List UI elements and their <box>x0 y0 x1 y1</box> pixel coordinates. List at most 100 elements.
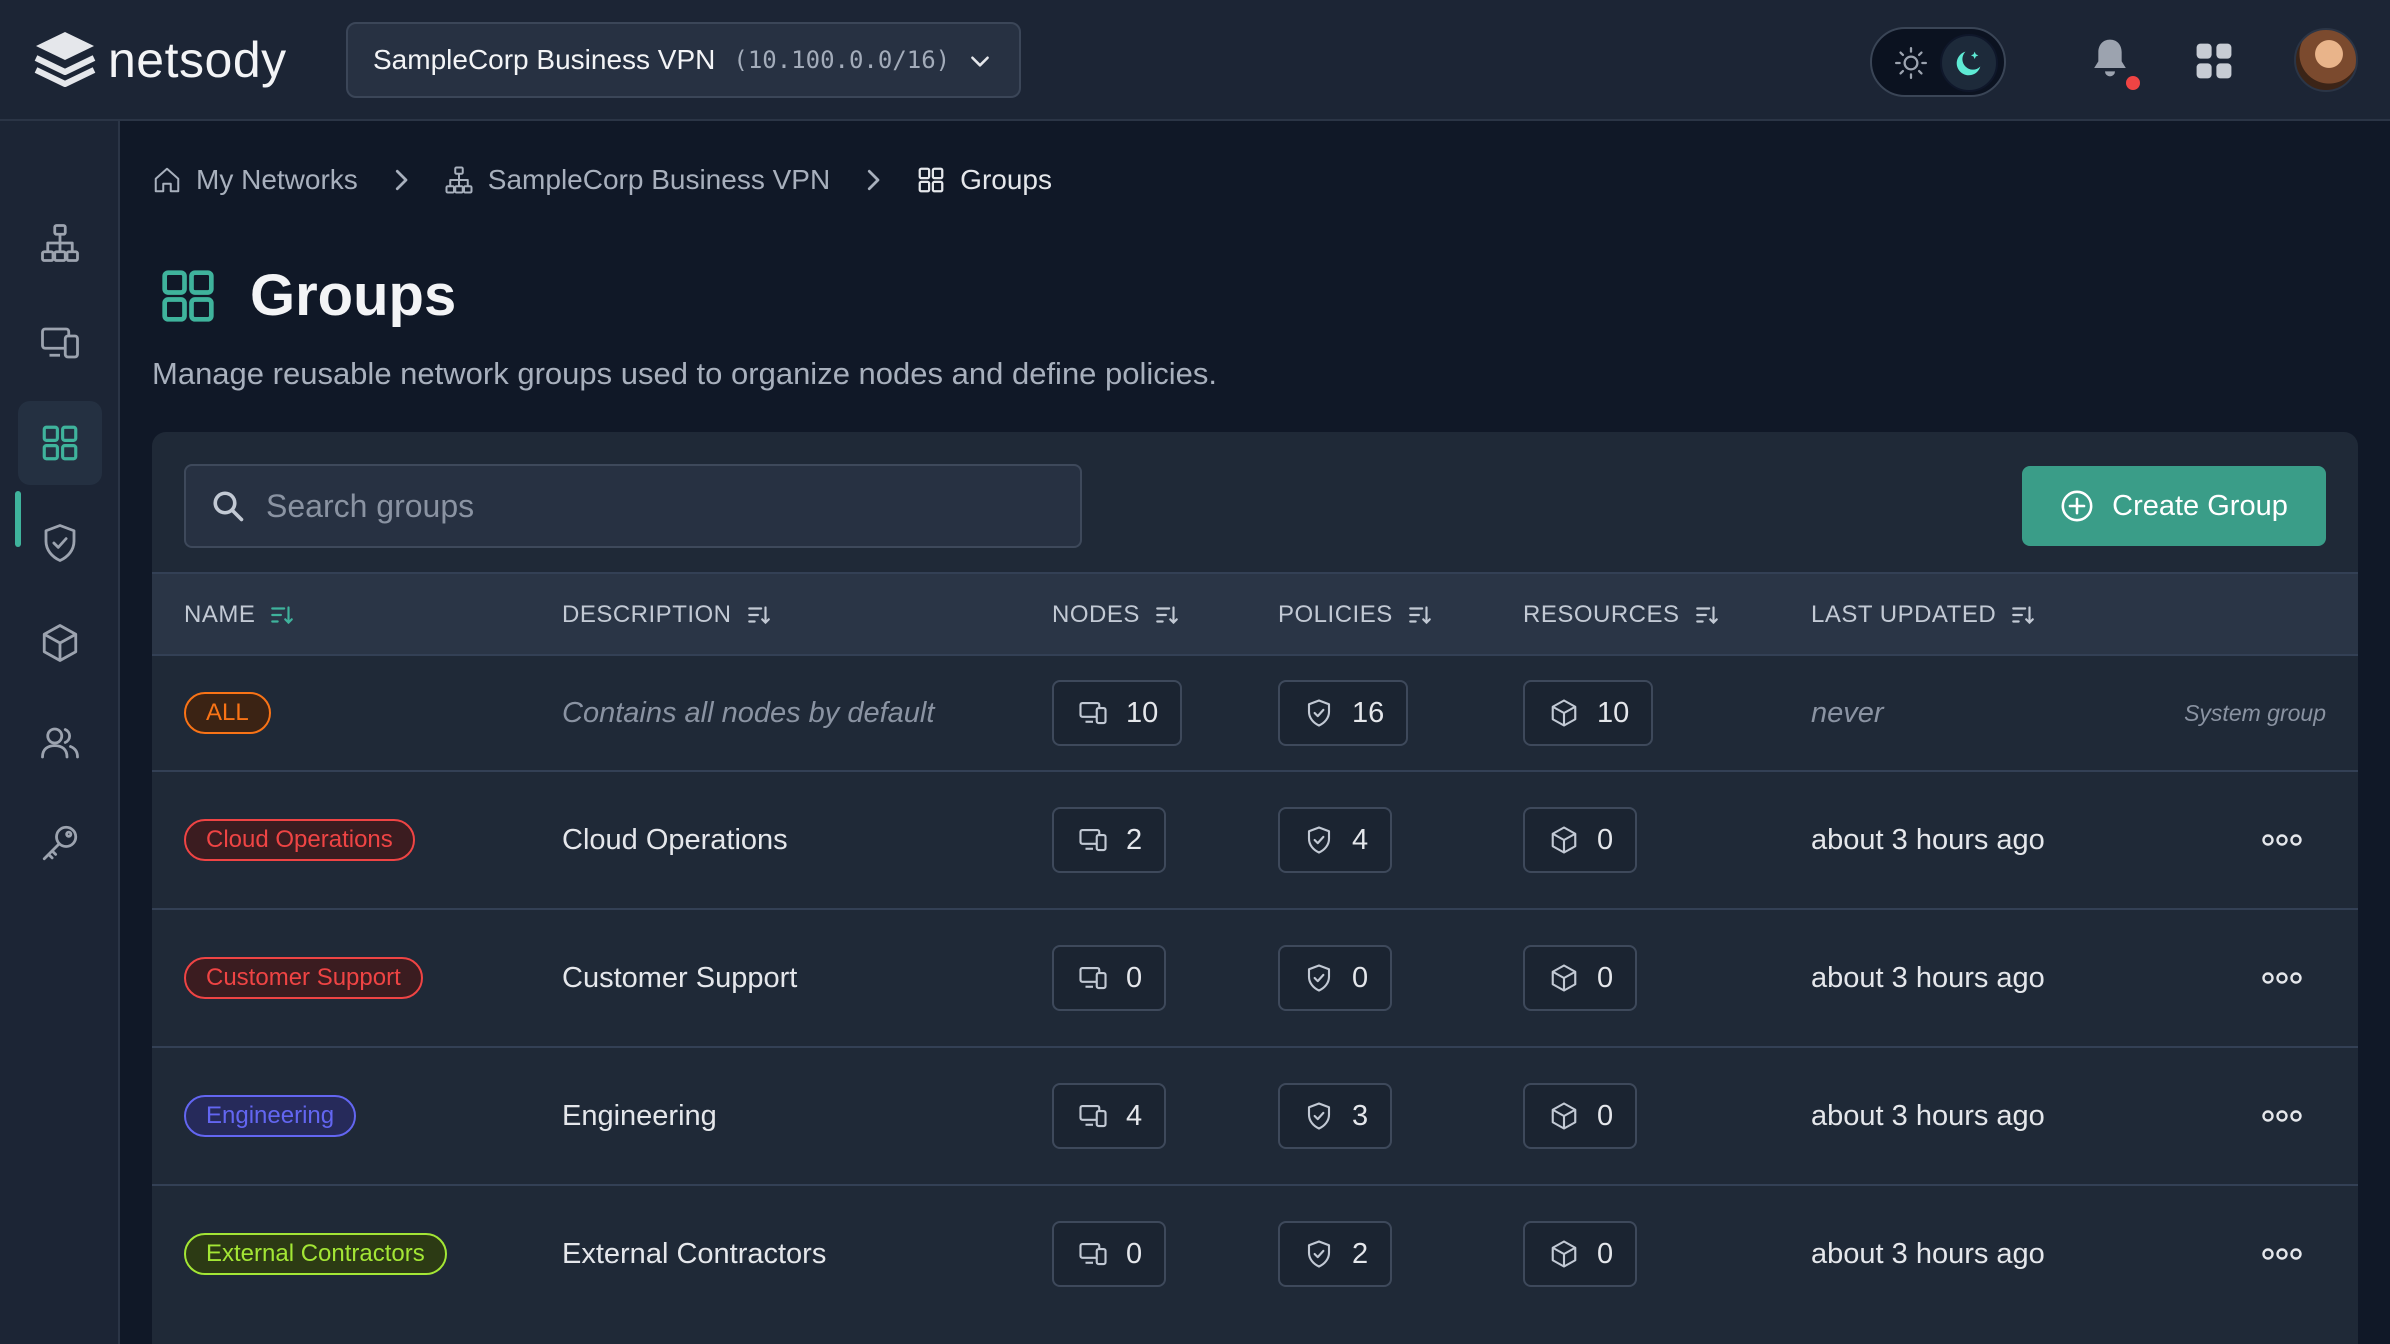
nodes-count-chip[interactable]: 0 <box>1052 1221 1167 1287</box>
last-updated-value: never <box>1811 696 1884 729</box>
cell-resources: 0 <box>1523 1186 1638 1322</box>
cell-resources: 0 <box>1523 1048 1638 1184</box>
nodes-count: 0 <box>1126 961 1143 994</box>
sidebar-item-networks[interactable] <box>18 201 102 285</box>
search-icon <box>213 491 244 522</box>
nodes-count-chip[interactable]: 2 <box>1052 807 1167 873</box>
policies-count-chip[interactable]: 3 <box>1278 1083 1393 1149</box>
devices-icon <box>1079 1104 1107 1128</box>
nodes-count: 4 <box>1126 1099 1143 1132</box>
resources-count-chip[interactable]: 0 <box>1523 807 1638 873</box>
cell-description: Cloud Operations <box>562 772 788 908</box>
resources-count-chip[interactable]: 10 <box>1523 680 1654 746</box>
groups-panel: Create Group NAME DESCRIPTION NODES POLI… <box>152 432 2358 1344</box>
app-logo[interactable]: netsody <box>32 28 287 92</box>
cube-icon <box>1551 826 1577 854</box>
cube-icon <box>1551 964 1577 992</box>
breadcrumb-current: Groups <box>916 164 1052 196</box>
more-options-icon[interactable] <box>2262 833 2302 847</box>
user-avatar[interactable] <box>2294 28 2358 92</box>
sidebar-item-keys[interactable] <box>18 801 102 885</box>
devices-icon <box>1079 1242 1107 1266</box>
group-tag[interactable]: ALL <box>184 692 271 734</box>
cell-description: Customer Support <box>562 910 797 1046</box>
cube-icon <box>1551 699 1577 727</box>
cell-actions <box>2262 1048 2302 1184</box>
column-name[interactable]: NAME <box>184 574 295 656</box>
sort-icon <box>1408 606 1431 625</box>
group-description: Contains all nodes by default <box>562 696 935 729</box>
nodes-count-chip[interactable]: 0 <box>1052 945 1167 1011</box>
cell-name: ALL <box>184 656 271 770</box>
breadcrumb-home-label: My Networks <box>196 164 358 195</box>
theme-toggle[interactable] <box>1870 27 2006 97</box>
sort-icon <box>271 606 294 625</box>
sidebar-item-policies[interactable] <box>18 501 102 585</box>
nodes-count-chip[interactable]: 4 <box>1052 1083 1167 1149</box>
shield-icon <box>44 524 76 562</box>
more-options-icon[interactable] <box>2262 971 2302 985</box>
cell-actions <box>2262 1186 2302 1322</box>
column-last-updated[interactable]: LAST UPDATED <box>1811 574 2036 656</box>
bell-icon[interactable] <box>2090 36 2130 80</box>
search-box[interactable] <box>184 464 1082 548</box>
sidebar-item-groups[interactable] <box>18 401 102 485</box>
cell-last-updated: about 3 hours ago <box>1811 910 2045 1046</box>
column-policies[interactable]: POLICIES <box>1278 574 1433 656</box>
more-options-icon[interactable] <box>2262 1247 2302 1261</box>
devices-icon <box>41 327 79 359</box>
network-selector[interactable]: SampleCorp Business VPN (10.100.0.0/16) <box>346 22 1021 98</box>
table-row[interactable]: External Contractors External Contractors… <box>152 1184 2358 1322</box>
chevron-right-icon <box>395 169 408 191</box>
policies-count-chip[interactable]: 4 <box>1278 807 1393 873</box>
resources-count-chip[interactable]: 0 <box>1523 1083 1638 1149</box>
group-tag[interactable]: External Contractors <box>184 1233 447 1275</box>
cell-policies: 0 <box>1278 910 1393 1046</box>
policies-count: 0 <box>1352 961 1369 994</box>
cell-actions: System group <box>2184 656 2326 770</box>
column-resources[interactable]: RESOURCES <box>1523 574 1720 656</box>
policies-count-chip[interactable]: 16 <box>1278 680 1409 746</box>
policies-count-chip[interactable]: 2 <box>1278 1221 1393 1287</box>
group-description: Engineering <box>562 1099 717 1132</box>
policies-count: 16 <box>1352 696 1385 729</box>
table-row[interactable]: Engineering Engineering 4 3 0 about 3 hours a… <box>152 1046 2358 1184</box>
resources-count-chip[interactable]: 0 <box>1523 1221 1638 1287</box>
resources-count: 0 <box>1597 823 1614 856</box>
nodes-count: 10 <box>1126 696 1159 729</box>
group-description: External Contractors <box>562 1237 827 1270</box>
table-row[interactable]: Cloud Operations Cloud Operations 2 4 0 about… <box>152 770 2358 908</box>
chevron-right-icon <box>868 169 880 191</box>
column-nodes[interactable]: NODES <box>1052 574 1180 656</box>
nodes-count-chip[interactable]: 10 <box>1052 680 1183 746</box>
sidebar-item-users[interactable] <box>18 701 102 785</box>
policies-count-chip[interactable]: 0 <box>1278 945 1393 1011</box>
table-row[interactable]: ALL Contains all nodes by default 10 16 10 ne… <box>152 654 2358 770</box>
group-tag[interactable]: Customer Support <box>184 957 423 999</box>
group-description: Customer Support <box>562 961 798 994</box>
group-tag[interactable]: Engineering <box>184 1095 357 1137</box>
breadcrumb-network[interactable]: SampleCorp Business VPN <box>444 164 830 196</box>
breadcrumb-current-label: Groups <box>960 164 1052 195</box>
groups-icon <box>42 425 78 461</box>
group-tag[interactable]: Cloud Operations <box>184 819 415 861</box>
column-description[interactable]: DESCRIPTION <box>562 574 772 656</box>
resources-count: 0 <box>1597 1237 1614 1270</box>
table-row[interactable]: Customer Support Customer Support 0 0 0 about… <box>152 908 2358 1046</box>
search-input[interactable] <box>266 487 1046 525</box>
theme-dark-option[interactable] <box>1940 34 1998 92</box>
cell-policies: 4 <box>1278 772 1393 908</box>
key-icon <box>42 825 78 861</box>
more-options-icon[interactable] <box>2262 1109 2302 1123</box>
network-icon <box>41 224 79 262</box>
sidebar-item-resources[interactable] <box>18 601 102 685</box>
policies-count: 4 <box>1352 823 1369 856</box>
resources-count: 10 <box>1597 696 1630 729</box>
resources-count-chip[interactable]: 0 <box>1523 945 1638 1011</box>
breadcrumb-home[interactable]: My Networks <box>152 164 358 196</box>
nodes-count: 2 <box>1126 823 1143 856</box>
table-header: NAME DESCRIPTION NODES POLICIES RESOURCE… <box>152 572 2358 654</box>
create-group-button[interactable]: Create Group <box>2022 466 2326 546</box>
apps-grid-icon[interactable] <box>2195 42 2233 80</box>
sidebar-item-devices[interactable] <box>18 301 102 385</box>
